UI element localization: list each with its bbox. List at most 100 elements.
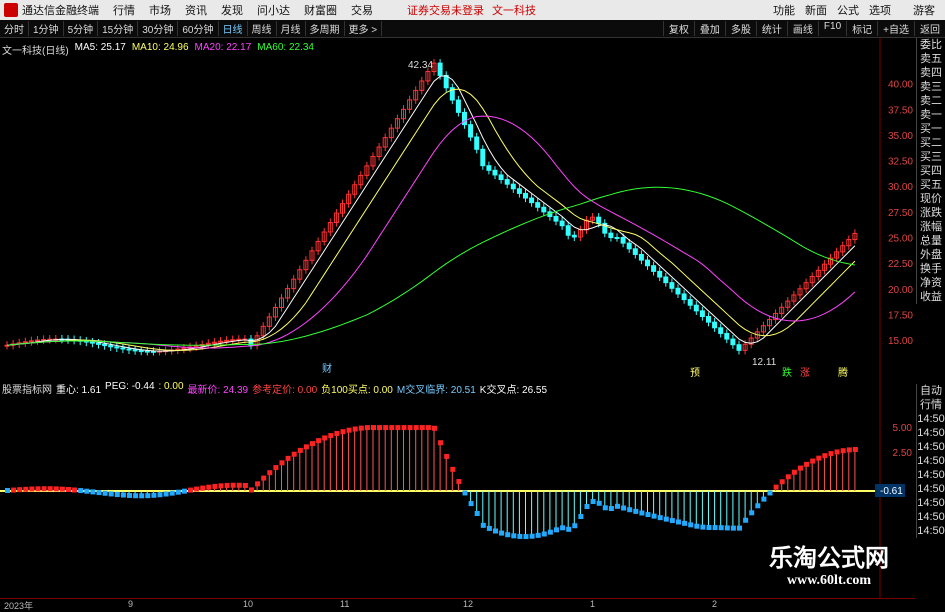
side-item[interactable]: 买四 [916,164,945,178]
side-item-2[interactable]: 14:50 [916,412,945,426]
side-item[interactable]: 涨跌 [916,206,945,220]
side-item[interactable]: 卖一 [916,108,945,122]
side-item[interactable]: 现价 [916,192,945,206]
side-item[interactable]: 净资 [916,276,945,290]
side-item-2[interactable]: 自动 [916,384,945,398]
indicator-dot [633,508,639,514]
menu-hangqing[interactable]: 行情 [113,2,135,18]
candle-body [510,183,516,190]
btn-diejia[interactable]: 叠加 [693,21,725,36]
candle-body [486,165,492,171]
indicator-dot [419,425,425,431]
side-item-2[interactable]: 14:50 [916,426,945,440]
sub-tick: 2.50 [893,448,913,459]
btn-huaxian[interactable]: 画线 [786,21,818,36]
indicator-dot [602,505,608,511]
indicator-dot [371,425,376,431]
side-item[interactable]: 卖五 [916,52,945,66]
side-item-2[interactable]: 14:50 [916,454,945,468]
btn-fuquan[interactable]: 复权 [662,21,694,36]
indicator-dot [35,486,41,492]
indicator-dot [377,425,383,431]
menu-xuanxiang[interactable]: 选项 [869,2,891,18]
tf-multi[interactable]: 多周期 [306,21,345,36]
side-item[interactable]: 买五 [916,178,945,192]
indicator-dot [346,427,352,433]
indicator-dot [712,525,718,531]
side-item[interactable]: 委比 [916,38,945,52]
menu-gongshi[interactable]: 公式 [837,2,859,18]
kline-chart[interactable]: 40.00 37.50 35.00 32.50 30.00 27.50 25.00 22.50… [0,38,915,378]
tf-60min[interactable]: 60分钟 [178,21,219,36]
indicator-dot [72,487,78,493]
side-item-2[interactable]: 14:50 [916,468,945,482]
side-item-2[interactable]: 14:50 [916,524,945,538]
ma5-line [6,75,856,352]
tf-1min[interactable]: 1分钟 [29,21,64,36]
side-item-2[interactable]: 14:50 [916,482,945,496]
indicator-dot [188,487,193,493]
guest-label[interactable]: 游客 [913,2,935,18]
indicator-dot [66,487,71,493]
price-tick: 15.00 [888,336,913,347]
menu-gongneng[interactable]: 功能 [773,2,795,18]
side-item[interactable]: 买三 [916,150,945,164]
tf-more[interactable]: 更多 > [345,21,383,36]
tf-daily[interactable]: 日线 [219,21,248,36]
btn-biaoji[interactable]: 标记 [846,21,877,36]
login-status[interactable]: 证券交易未登录 [407,2,484,18]
btn-duogu[interactable]: 多股 [724,21,756,36]
side-item[interactable]: 涨幅 [916,220,945,234]
side-item[interactable]: 买一 [916,122,945,136]
menu-caifuquan[interactable]: 财富圈 [304,2,337,18]
tf-monthly[interactable]: 月线 [277,21,306,36]
indicator-dot [383,425,389,431]
indicator-dot [834,449,840,455]
price-tick: 17.50 [888,310,913,321]
indicator-dot [645,512,651,518]
tf-5min[interactable]: 5分钟 [64,21,99,36]
side-item[interactable]: 卖四 [916,66,945,80]
side-item[interactable]: 卖三 [916,80,945,94]
indicator-dot [255,481,261,487]
indicator-dot [364,425,370,431]
btn-tongji[interactable]: 统计 [755,21,787,36]
tf-30min[interactable]: 30分钟 [138,21,179,36]
side-item-2[interactable]: 14:50 [916,496,945,510]
indicator-dot [785,474,791,480]
side-item[interactable]: 外盘 [916,248,945,262]
candle-body [608,232,614,239]
tf-fenshi[interactable]: 分时 [0,21,29,36]
ma60-label: MA60: 22.34 [257,42,314,53]
side-item[interactable]: 换手 [916,262,945,276]
side-item[interactable]: 买二 [916,136,945,150]
menu-faxian[interactable]: 发现 [221,2,243,18]
menu-jiaoyi[interactable]: 交易 [351,2,373,18]
indicator-dot [761,496,767,502]
indicator-dot [29,486,35,492]
indicator-dot [730,525,736,531]
indicator-dot [517,533,523,539]
menu-zixun[interactable]: 资讯 [185,2,207,18]
tf-weekly[interactable]: 周线 [248,21,277,36]
candle-body [516,188,522,194]
indicator-dot [340,429,346,435]
buy-point: 负100买点: 0.00 [321,385,393,396]
indicator-dot [688,522,694,528]
indicator-dot [639,510,645,516]
side-item-2[interactable]: 14:50 [916,440,945,454]
btn-fanhui[interactable]: 返回 [914,21,945,36]
btn-f10[interactable]: F10 [817,21,846,36]
zhongxin-value: 重心: 1.61 [56,385,102,396]
side-item[interactable]: 收益 [916,290,945,304]
indicator-header: 股票指标网 重心: 1.61 PEG: -0.44 : 0.00 最新价: 24… [2,381,547,396]
side-item-2[interactable]: 行情 [916,398,945,412]
tf-15min[interactable]: 15分钟 [98,21,139,36]
menu-shichang[interactable]: 市场 [149,2,171,18]
side-item-2[interactable]: 14:50 [916,510,945,524]
btn-zixuan[interactable]: +自选 [877,21,914,36]
side-item[interactable]: 总量 [916,234,945,248]
menu-wenxiaoda[interactable]: 问小达 [257,2,290,18]
menu-xinmian[interactable]: 新面 [805,2,827,18]
side-item[interactable]: 卖二 [916,94,945,108]
